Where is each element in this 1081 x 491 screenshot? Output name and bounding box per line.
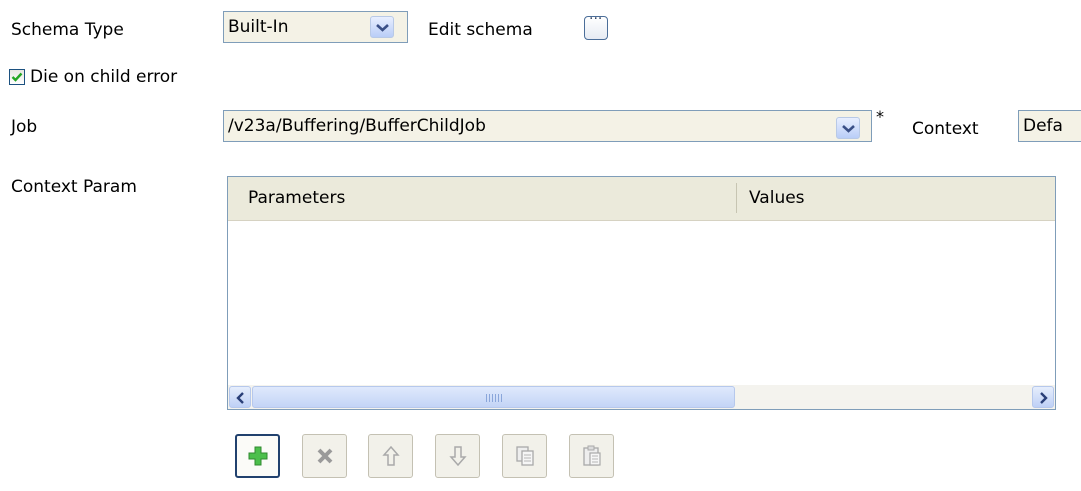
job-value: /v23a/Buffering/BufferChildJob [228,116,486,136]
scrollbar-thumb[interactable] [252,386,735,408]
arrow-left-icon [236,392,244,404]
die-on-child-error-label: Die on child error [30,67,178,87]
arrow-right-icon [1040,392,1048,404]
move-up-button[interactable] [368,434,413,478]
context-value: Defa [1023,116,1063,136]
checkmark-icon [11,72,23,82]
add-icon [248,446,267,466]
chevron-down-icon [376,24,389,32]
add-button[interactable] [235,434,280,478]
move-down-icon [448,446,467,467]
paste-icon [582,445,601,466]
context-select[interactable]: Defa [1018,110,1081,142]
context-label: Context [912,119,979,139]
context-param-label: Context Param [11,177,137,197]
move-up-icon [381,445,400,466]
table-header: Parameters Values [228,177,1055,221]
grip-icon [485,394,502,402]
job-required-marker: * [876,107,884,126]
schema-type-dropdown-button[interactable] [370,16,394,38]
delete-button[interactable] [302,434,347,478]
delete-icon [317,448,332,464]
copy-button[interactable] [502,434,547,478]
column-header-parameters[interactable]: Parameters [248,177,345,220]
edit-schema-button[interactable]: ··· [584,11,608,40]
schema-type-select[interactable]: Built-In [223,11,408,43]
scroll-right-button[interactable] [1032,386,1054,408]
job-select[interactable]: /v23a/Buffering/BufferChildJob [223,110,872,142]
chevron-down-icon [842,125,855,133]
column-header-values[interactable]: Values [749,177,805,220]
job-label: Job [11,117,38,137]
paste-button[interactable] [569,434,614,478]
move-down-button[interactable] [435,434,480,478]
die-on-child-error-checkbox[interactable] [9,69,25,85]
context-param-table[interactable]: Parameters Values [227,176,1056,410]
schema-type-label: Schema Type [11,20,124,40]
edit-schema-label: Edit schema [428,20,533,40]
column-divider[interactable] [736,183,737,213]
horizontal-scrollbar[interactable] [228,385,1055,409]
job-dropdown-button[interactable] [836,117,860,139]
ellipsis-icon: ··· [589,11,603,27]
scroll-left-button[interactable] [229,386,251,408]
copy-icon [515,446,534,466]
schema-type-value: Built-In [228,17,289,37]
